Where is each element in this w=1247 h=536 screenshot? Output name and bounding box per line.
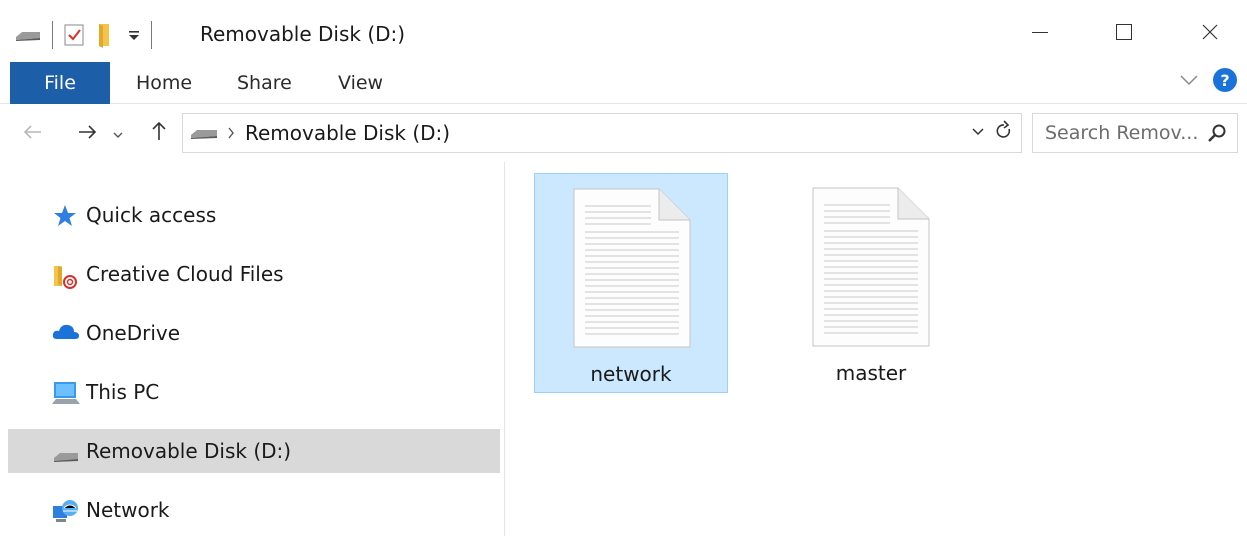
file-item-master[interactable]: master (774, 173, 968, 393)
quick-access-toolbar (14, 18, 162, 52)
onedrive-cloud-icon (52, 321, 80, 347)
nav-item-label: This PC (86, 380, 160, 404)
creative-cloud-folder-icon (52, 262, 80, 289)
address-row: Removable Disk (D:) Search Remov... (0, 104, 1247, 162)
refresh-icon[interactable] (995, 120, 1013, 146)
ribbon-controls: ? (1179, 68, 1237, 92)
text-document-icon (573, 188, 691, 352)
forward-arrow-icon (77, 124, 97, 143)
minimize-button[interactable] (1018, 14, 1062, 54)
text-document-icon (812, 187, 930, 351)
nav-item-network[interactable]: Network (8, 488, 500, 532)
back-arrow-icon (23, 124, 43, 143)
ribbon-tabs: File Home Share View ? (0, 62, 1247, 104)
nav-item-label: Network (86, 498, 170, 522)
back-button[interactable] (16, 114, 50, 152)
maximize-icon (1116, 24, 1132, 44)
nav-item-label: Removable Disk (D:) (86, 439, 292, 463)
title-bar: Removable Disk (D:) (0, 0, 1247, 62)
star-icon (52, 203, 80, 229)
file-item-network[interactable]: network (534, 173, 728, 393)
nav-item-onedrive[interactable]: OneDrive (8, 311, 500, 355)
nav-item-label: Quick access (86, 203, 217, 227)
expand-ribbon-chevron-icon[interactable] (1179, 74, 1199, 86)
nav-item-this-pc[interactable]: This PC (8, 370, 500, 414)
search-input[interactable]: Search Remov... (1045, 122, 1198, 144)
new-folder-icon[interactable] (95, 22, 117, 48)
toolbar-separator (151, 21, 152, 49)
address-bar[interactable]: Removable Disk (D:) (182, 113, 1022, 153)
recent-locations-button[interactable] (108, 114, 128, 152)
breadcrumb-item[interactable]: Removable Disk (D:) (245, 121, 450, 145)
help-icon[interactable]: ? (1213, 68, 1237, 92)
close-button[interactable] (1188, 14, 1232, 54)
up-arrow-icon (151, 121, 167, 145)
file-name: master (835, 361, 907, 385)
search-icon[interactable] (1207, 123, 1227, 147)
minimize-icon (1032, 24, 1048, 44)
chevron-down-icon (113, 124, 123, 143)
up-button[interactable] (142, 114, 176, 152)
file-list: network master (506, 162, 1247, 536)
search-box[interactable]: Search Remov... (1032, 113, 1238, 153)
nav-item-removable-disk[interactable]: Removable Disk (D:) (8, 429, 500, 473)
properties-icon[interactable] (63, 23, 85, 47)
window-title: Removable Disk (D:) (200, 22, 406, 46)
drive-icon (52, 439, 80, 465)
customize-toolbar-dropdown-icon[interactable] (127, 28, 141, 42)
file-name: network (590, 362, 672, 386)
address-history-chevron-icon[interactable] (971, 122, 985, 146)
close-icon (1202, 24, 1218, 44)
network-icon (52, 498, 80, 524)
maximize-button[interactable] (1102, 14, 1146, 54)
tab-view[interactable]: View (338, 62, 383, 104)
drive-icon (189, 126, 219, 140)
nav-item-label: Creative Cloud Files (86, 262, 284, 286)
tab-home[interactable]: Home (136, 62, 192, 104)
nav-item-label: OneDrive (86, 321, 181, 345)
tab-file[interactable]: File (10, 62, 110, 104)
breadcrumb-separator-icon[interactable] (227, 124, 235, 143)
forward-button[interactable] (70, 114, 104, 152)
nav-item-creative-cloud-files[interactable]: Creative Cloud Files (8, 252, 500, 296)
drive-icon[interactable] (14, 28, 42, 42)
navigation-pane: Quick access Creative Cloud Files OneDri… (0, 162, 505, 536)
tab-share[interactable]: Share (237, 62, 292, 104)
computer-icon (52, 380, 80, 406)
toolbar-separator (52, 21, 53, 49)
nav-item-quick-access[interactable]: Quick access (8, 193, 500, 237)
